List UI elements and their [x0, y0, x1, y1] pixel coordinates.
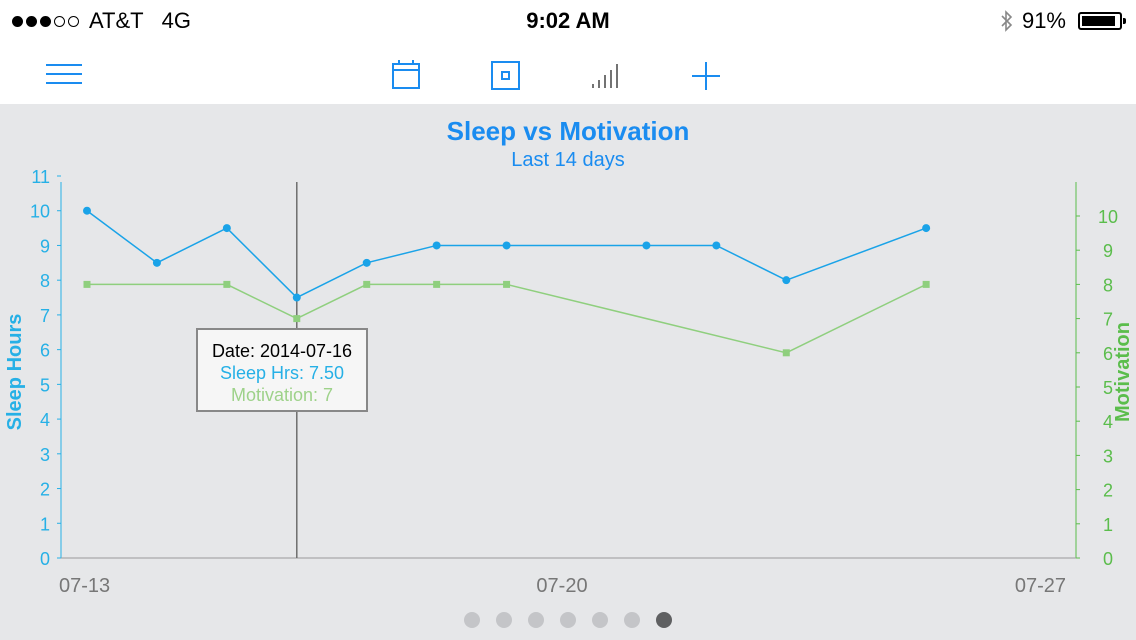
y-tick-label: 11	[31, 167, 50, 187]
motivation-point	[922, 280, 930, 288]
sleep-point	[922, 224, 931, 233]
page-dot[interactable]	[496, 612, 512, 628]
page-dot[interactable]	[656, 612, 672, 628]
y-tick-label: 10	[30, 202, 50, 222]
calendar-icon[interactable]	[390, 58, 422, 90]
y-tick-label: 7	[40, 306, 50, 326]
sleep-point	[782, 276, 791, 285]
sleep-point	[362, 258, 371, 267]
y2-tick-label: 9	[1103, 241, 1113, 261]
motivation-point	[83, 280, 91, 288]
sleep-point	[432, 241, 441, 250]
motivation-point	[503, 280, 511, 288]
y-tick-label: 5	[40, 375, 50, 395]
sleep-point	[502, 241, 511, 250]
motivation-point	[293, 315, 301, 323]
y-axis-title: Sleep Hours	[4, 314, 26, 431]
y-tick-label: 4	[40, 410, 50, 430]
battery-percent: 91%	[1021, 8, 1066, 33]
line-chart[interactable]: 0123456789101101234567891007-13 07-20 07-2…	[0, 104, 1136, 640]
page-dot[interactable]	[592, 612, 608, 628]
motivation-point	[223, 280, 231, 288]
y-tick-label: 8	[40, 271, 50, 291]
status-right: 91%	[1000, 8, 1126, 34]
battery-icon	[1078, 12, 1126, 30]
battery-fill	[1082, 16, 1115, 26]
y-tick-label: 6	[40, 341, 50, 361]
bar-chart-icon[interactable]	[590, 60, 624, 90]
x-tick-label: 07-13	[59, 575, 110, 597]
sleep-point	[152, 258, 161, 267]
plus-icon[interactable]	[690, 60, 722, 92]
nav-bar	[0, 42, 1136, 105]
hamburger-menu-icon[interactable]	[44, 62, 84, 86]
sleep-point	[292, 293, 301, 302]
y-tick-label: 2	[40, 480, 50, 500]
bluetooth-icon	[1001, 10, 1013, 32]
x-tick-label: 07-27	[1015, 575, 1066, 597]
page-dot[interactable]	[528, 612, 544, 628]
y2-tick-label: 10	[1098, 207, 1118, 227]
tooltip-motivation: Motivation: 7	[230, 385, 334, 405]
page-dot[interactable]	[560, 612, 576, 628]
page-indicator[interactable]	[0, 612, 1136, 628]
motivation-point	[433, 280, 441, 288]
motivation-point	[363, 280, 371, 288]
motivation-point	[782, 349, 790, 357]
y2-tick-label: 8	[1103, 275, 1113, 295]
y2-tick-label: 1	[1103, 515, 1113, 535]
sleep-point	[222, 224, 231, 233]
sleep-point	[83, 206, 91, 215]
battery-nub	[1123, 18, 1126, 24]
square-dot-icon[interactable]	[490, 60, 522, 90]
y2-axis-title: Motivation	[1112, 322, 1134, 422]
page-dot[interactable]	[464, 612, 480, 628]
y2-tick-label: 0	[1103, 549, 1113, 569]
y-tick-label: 1	[40, 514, 50, 534]
status-time: 9:02 AM	[526, 8, 610, 33]
y-tick-label: 0	[40, 549, 50, 569]
chart-tooltip: Date: 2014-07-16 Sleep Hrs: 7.50 Motivat…	[196, 328, 368, 412]
chart-area: Sleep vs Motivation Last 14 days 0123456…	[0, 104, 1136, 640]
tooltip-sleep: Sleep Hrs: 7.50	[219, 363, 345, 383]
sleep-point	[712, 241, 721, 250]
x-tick-label: 07-20	[536, 575, 587, 597]
tooltip-date: Date: 2014-07-16	[211, 341, 353, 361]
status-bar: AT&T 4G 9:02 AM 91%	[0, 0, 1136, 42]
y2-tick-label: 2	[1103, 481, 1113, 501]
y-tick-label: 9	[40, 236, 50, 256]
page-dot[interactable]	[624, 612, 640, 628]
y2-tick-label: 3	[1103, 446, 1113, 466]
y-tick-label: 3	[40, 445, 50, 465]
sleep-point	[642, 241, 651, 250]
